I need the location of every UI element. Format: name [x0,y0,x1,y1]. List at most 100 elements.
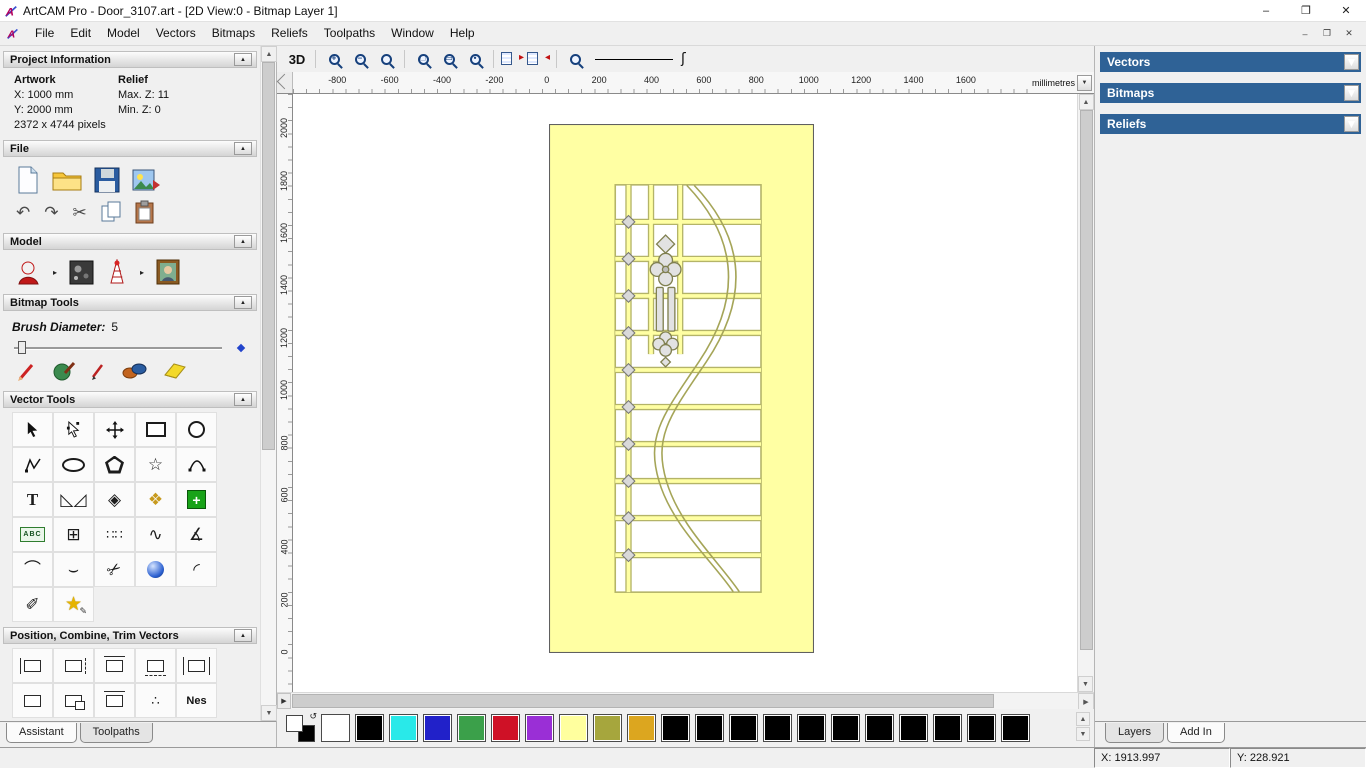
node-editing-button[interactable] [53,412,94,447]
fit-arc-button[interactable]: ⌒ [12,552,53,587]
undo-icon[interactable]: ↶ [16,204,30,221]
cut-vectors-button[interactable]: ✂ [94,552,135,587]
colour-swatch[interactable] [355,714,384,742]
tab-assistant[interactable]: Assistant [6,723,77,743]
zoom-out-button[interactable]: – [348,48,372,70]
new-model-icon[interactable] [16,166,40,194]
zoom-in-button[interactable]: + [322,48,346,70]
align-top-button[interactable] [94,648,135,683]
colour-beans-icon[interactable] [122,361,148,381]
align-bottom-button[interactable] [135,648,176,683]
save-model-icon[interactable] [94,167,120,193]
tab-toolpaths[interactable]: Toolpaths [79,723,153,743]
colour-swatch[interactable] [797,714,826,742]
document-icon[interactable]: A [6,27,19,40]
chevron-down-icon[interactable]: ▼ [1344,116,1359,132]
measure-tool-button[interactable]: ∡ [176,517,217,552]
primary-colour-swatch[interactable] [286,715,303,732]
create-circle-button[interactable] [176,412,217,447]
zoom-box-button[interactable]: □ [411,48,435,70]
menu-item[interactable]: Window [383,22,442,45]
switch-to-3d-button[interactable]: 3D [285,48,309,70]
fit-curve-to-points-button[interactable]: ∿ [135,517,176,552]
scroll-right-icon[interactable]: ▶ [1078,693,1094,710]
scroll-up-icon[interactable]: ▲ [1078,94,1094,110]
transform-vectors-button[interactable] [94,412,135,447]
collapse-arrow-icon[interactable]: ▲ [234,629,252,642]
vertical-scrollbar[interactable]: ▲ ▼ [1077,94,1094,692]
tab-layers[interactable]: Layers [1105,723,1165,743]
colour-swatch[interactable] [1001,714,1030,742]
menu-item[interactable]: Edit [62,22,99,45]
close-vector-button[interactable]: ✐ [12,587,53,622]
blend-spans-button[interactable] [135,552,176,587]
collapse-arrow-icon[interactable]: ▲ [234,235,252,248]
restore-icon[interactable]: ❐ [1286,0,1326,21]
redo-icon[interactable]: ↷ [44,204,58,221]
block-copy-button[interactable]: + [176,482,217,517]
colour-swatch[interactable] [525,714,554,742]
mdi-close-icon[interactable]: ✕ [1338,25,1360,43]
import-image-icon[interactable] [132,167,160,193]
colour-swatch[interactable] [457,714,486,742]
create-ellipse-button[interactable] [53,447,94,482]
close-icon[interactable]: ✕ [1326,0,1366,21]
scroll-down-icon[interactable]: ▼ [261,705,277,721]
weld-vectors-button[interactable] [12,683,53,718]
colour-swatch[interactable] [389,714,418,742]
scrollbar-thumb[interactable] [1080,110,1093,650]
layer-group-bar[interactable]: Reliefs ▼ [1100,114,1361,134]
scroll-up-icon[interactable]: ▲ [261,46,277,62]
toggle-bitmap-view-button[interactable]: ▸ [500,50,524,68]
menu-item[interactable]: Bitmaps [204,22,263,45]
colour-swatch[interactable] [627,714,656,742]
colour-swatch[interactable] [321,714,350,742]
create-vector-texture-button[interactable]: ★ ✎ [53,587,94,622]
draw-colour-icon[interactable] [52,360,76,382]
mirror-vectors-button[interactable]: ◺◿ [53,482,94,517]
chevron-down-icon[interactable]: ▼ [1344,85,1359,101]
minimize-icon[interactable]: – [1246,0,1286,21]
paste-to-grid-button[interactable]: ⊞ [53,517,94,552]
tab-add-in[interactable]: Add In [1167,723,1225,743]
menu-item[interactable]: File [27,22,62,45]
collapse-arrow-icon[interactable]: ▲ [234,53,252,66]
palette-scroll-down-icon[interactable]: ▼ [1076,727,1090,741]
colour-swatch[interactable] [661,714,690,742]
join-vectors-button[interactable]: ⌣ [53,552,94,587]
create-rectangle-button[interactable] [135,412,176,447]
colour-swatch[interactable] [831,714,860,742]
colour-swatch[interactable] [593,714,622,742]
scrollbar-track[interactable] [994,693,1078,709]
paste-icon[interactable] [135,200,155,224]
pane-splitter-icon[interactable]: ▶ [277,693,291,709]
cut-icon[interactable]: ✂ [73,204,87,221]
scroll-down-icon[interactable]: ▼ [1078,676,1093,692]
block-paste-button[interactable]: ∷∷ [94,517,135,552]
horizontal-scrollbar[interactable]: ▶ ▶ [277,692,1094,710]
paint-brush-icon[interactable] [16,360,38,382]
create-polyline-button[interactable] [12,447,53,482]
zoom-fit-button[interactable]: ▭ [437,48,461,70]
slider-handle[interactable] [18,341,26,354]
colour-swatch[interactable] [967,714,996,742]
layer-group-bar[interactable]: Vectors ▼ [1100,52,1361,72]
primary-secondary-colour-well[interactable]: ↺ [285,711,317,743]
units-dropdown-icon[interactable]: ▼ [1077,74,1092,91]
drawing-canvas[interactable] [293,94,1077,692]
preview-lens-button[interactable] [563,48,587,70]
colour-swatch[interactable] [491,714,520,742]
menu-item[interactable]: Vectors [148,22,204,45]
create-text-button[interactable]: T [12,482,53,517]
colour-swatch[interactable] [729,714,758,742]
model-properties-icon[interactable] [16,260,41,285]
create-text-block-button[interactable]: ABC [12,517,53,552]
toggle-vector-view-button[interactable]: ◂ [526,50,550,68]
menu-item[interactable]: Help [442,22,483,45]
select-vectors-button[interactable] [12,412,53,447]
swap-colours-icon[interactable]: ↺ [309,711,317,722]
palette-scroll-up-icon[interactable]: ▲ [1076,712,1090,726]
flood-fill-icon[interactable] [90,360,108,382]
scrollbar-thumb[interactable] [262,62,275,450]
chevron-down-icon[interactable]: ▼ [1344,54,1359,70]
